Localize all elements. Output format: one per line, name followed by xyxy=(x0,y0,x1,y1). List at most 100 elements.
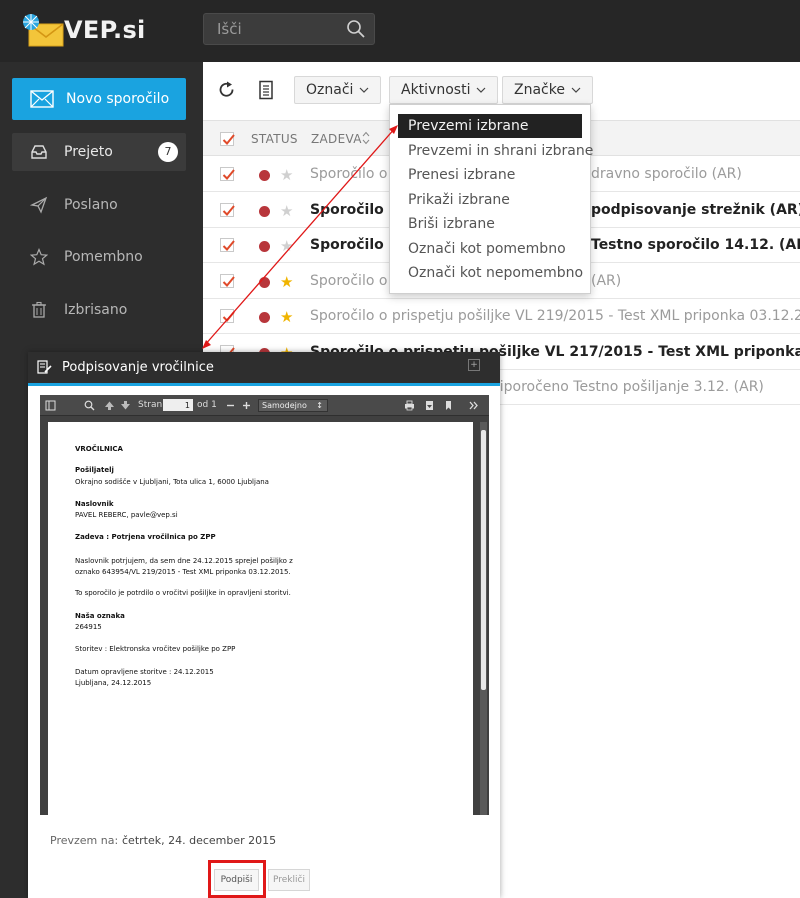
scrollbar-thumb[interactable] xyxy=(481,430,486,690)
star-icon[interactable]: ★ xyxy=(280,308,293,326)
zoom-in-icon[interactable] xyxy=(241,400,252,411)
envelope-icon xyxy=(30,90,54,108)
row-subject[interactable]: Sporočilo o prispetju pošiljke VL 219/20… xyxy=(310,308,800,324)
star-icon[interactable]: ★ xyxy=(280,202,293,220)
zoom-value: Samodejno xyxy=(262,401,307,410)
previous-page-icon[interactable] xyxy=(104,400,115,411)
inbox-icon xyxy=(31,145,47,159)
menu-item-accept-selected[interactable]: Prevzemi izbrane xyxy=(398,114,582,138)
row-checkbox[interactable] xyxy=(220,309,235,323)
menu-item-download-selected[interactable]: Prenesi izbrane xyxy=(398,163,582,187)
tags-label: Značke xyxy=(514,82,565,98)
checkmark-icon xyxy=(222,311,235,322)
doc-body-line-2: oznako 643954/VL 219/2015 - Test XML pri… xyxy=(75,568,291,576)
screenshot-root: VEP.si Novo sporočilo Prejeto xyxy=(0,0,800,898)
unread-status-dot xyxy=(259,312,270,323)
zoom-out-icon[interactable] xyxy=(225,400,236,411)
next-page-icon[interactable] xyxy=(120,400,131,411)
select-arrows-icon: ↕ xyxy=(316,401,323,410)
sidebar-item-label: Pomembno xyxy=(64,249,143,265)
doc-reference-label: Naša oznaka xyxy=(75,612,125,620)
modal-title: Podpisovanje vročilnice xyxy=(62,360,214,375)
menu-item-accept-and-save[interactable]: Prevzemi in shrani izbrane xyxy=(398,139,593,163)
row-subject-tail[interactable]: dravno sporočilo (AR) xyxy=(591,166,742,182)
row-checkbox[interactable] xyxy=(220,167,235,181)
star-icon[interactable]: ★ xyxy=(280,273,293,291)
page-label: Stran: xyxy=(138,400,166,410)
doc-body-line-1: Naslovnik potrjujem, da sem dne 24.12.20… xyxy=(75,557,293,565)
doc-sender-label: Pošiljatelj xyxy=(75,466,114,474)
received-on-label: Prevzem na: xyxy=(50,834,119,847)
row-subject-tail[interactable]: riporočeno Testno pošiljanje 3.12. (AR) xyxy=(494,379,764,395)
mark-label: Označi xyxy=(306,82,354,98)
doc-sender-value: Okrajno sodišče v Ljubljani, Tota ulica … xyxy=(75,478,269,486)
unread-status-dot xyxy=(259,205,270,217)
sidebar-item-label: Izbrisano xyxy=(64,302,128,318)
menu-item-mark-unimportant[interactable]: Označi kot nepomembno xyxy=(398,261,583,285)
mark-dropdown-button[interactable]: Označi xyxy=(294,76,382,104)
select-all-checkbox[interactable] xyxy=(220,132,235,146)
doc-body-line-3: To sporočilo je potrdilo o vročitvi poši… xyxy=(75,589,291,597)
table-row[interactable]: ★ Sporočilo o prispetju pošiljke VL 219/2… xyxy=(203,299,800,334)
menu-item-show-selected[interactable]: Prikaži izbrane xyxy=(398,188,582,212)
pdf-viewer: Stran: od 1 Samodejno ↕ VROČILNICA Pošilj… xyxy=(40,395,489,815)
page-number-input[interactable] xyxy=(163,399,193,411)
sign-button-highlight xyxy=(208,860,266,898)
activities-label: Aktivnosti xyxy=(401,82,471,98)
find-icon[interactable] xyxy=(84,400,95,411)
doc-subject: Zadeva : Potrjena vročilnica po ZPP xyxy=(75,533,216,541)
sidebar-item-sent[interactable]: Poslano xyxy=(12,186,186,224)
checkmark-icon xyxy=(222,275,235,287)
sidebar-item-inbox[interactable]: Prejeto 7 xyxy=(12,133,186,171)
bookmark-icon[interactable] xyxy=(443,400,454,411)
received-on-value: četrtek, 24. december 2015 xyxy=(122,834,277,847)
row-subject[interactable]: Sporočilo o p xyxy=(310,166,401,182)
checkmark-icon xyxy=(222,204,235,216)
menu-item-mark-important[interactable]: Označi kot pomembno xyxy=(398,237,582,261)
row-subject-tail[interactable]: podpisovanje strežnik (AR) xyxy=(591,202,800,218)
sidebar-item-label: Prejeto xyxy=(64,144,113,160)
top-bar: VEP.si xyxy=(0,0,800,62)
row-checkbox[interactable] xyxy=(220,202,235,217)
row-checkbox[interactable] xyxy=(220,273,235,288)
sidebar-toggle-icon[interactable] xyxy=(45,400,56,411)
download-icon[interactable] xyxy=(424,400,435,411)
tags-dropdown-button[interactable]: Značke xyxy=(502,76,593,104)
print-icon[interactable] xyxy=(404,400,415,411)
sign-document-icon xyxy=(37,360,52,374)
chevron-down-icon xyxy=(571,87,581,93)
search-icon[interactable] xyxy=(346,19,366,39)
cancel-button[interactable]: Prekliči xyxy=(268,869,310,891)
sidebar-item-label: Poslano xyxy=(64,197,118,213)
sort-icon[interactable] xyxy=(362,131,370,145)
refresh-icon[interactable] xyxy=(217,80,237,100)
send-icon xyxy=(30,196,48,214)
pdf-toolbar: Stran: od 1 Samodejno ↕ xyxy=(40,395,489,416)
search-box xyxy=(203,13,375,45)
activities-dropdown-button[interactable]: Aktivnosti xyxy=(389,76,499,104)
sidebar-item-important[interactable]: Pomembno xyxy=(12,238,186,276)
subject-column-header[interactable]: ZADEVA xyxy=(311,132,362,146)
row-subject-tail[interactable]: Testno sporočilo 14.12. (AR) xyxy=(591,237,800,253)
sidebar-item-deleted[interactable]: Izbrisano xyxy=(12,291,186,329)
unread-count-badge: 7 xyxy=(158,142,178,162)
modal-close-button[interactable]: + xyxy=(468,359,480,371)
new-message-button[interactable]: Novo sporočilo xyxy=(12,78,186,120)
checkmark-icon xyxy=(222,240,235,251)
status-column-header[interactable]: STATUS xyxy=(251,132,298,146)
document-icon[interactable] xyxy=(256,80,276,100)
more-tools-icon[interactable] xyxy=(468,400,479,411)
star-icon[interactable]: ★ xyxy=(280,237,293,255)
pdf-scrollbar[interactable] xyxy=(480,422,487,815)
row-subject[interactable]: Sporočilo o p xyxy=(310,273,401,289)
menu-item-delete-selected[interactable]: Briši izbrane xyxy=(398,212,582,236)
search-input[interactable] xyxy=(204,14,344,44)
doc-recipient-label: Naslovnik xyxy=(75,500,114,508)
row-subject-tail[interactable]: (AR) xyxy=(591,273,621,289)
doc-reference-value: 264915 xyxy=(75,623,102,631)
row-checkbox[interactable] xyxy=(220,238,235,252)
zoom-select[interactable]: Samodejno ↕ xyxy=(258,399,328,412)
page-count-label: od 1 xyxy=(197,400,217,410)
star-icon[interactable]: ★ xyxy=(280,166,293,184)
logo-text: VEP.si xyxy=(64,16,146,44)
